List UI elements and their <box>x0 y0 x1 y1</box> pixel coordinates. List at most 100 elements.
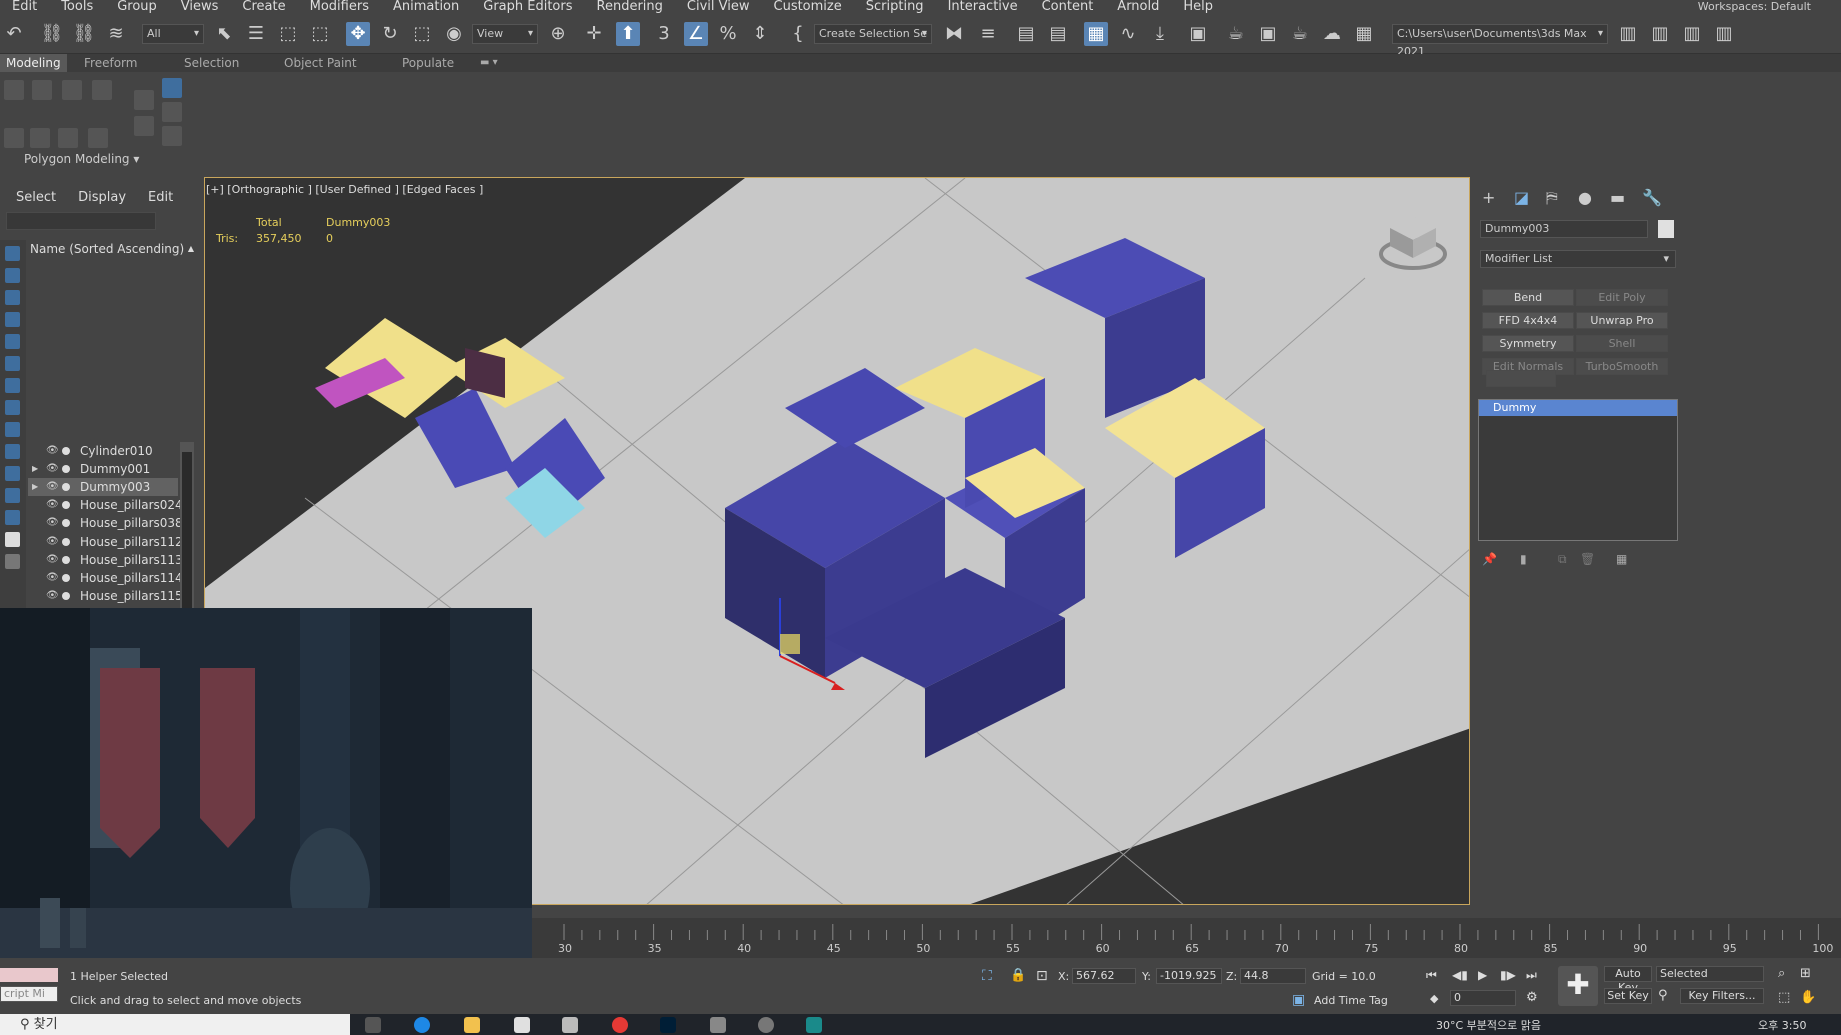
photoshop-icon[interactable] <box>660 1017 676 1033</box>
filter-bones-icon[interactable] <box>5 422 20 437</box>
auto-key-button[interactable]: Auto Key <box>1604 966 1652 994</box>
freeze-dot-icon[interactable] <box>62 483 70 492</box>
key-filter-selection-dropdown[interactable]: Selected <box>1656 966 1764 982</box>
menu-views[interactable]: Views <box>169 0 231 14</box>
visibility-eye-icon[interactable]: 👁 <box>46 551 59 569</box>
show-end-result-icon[interactable]: ▮ <box>1520 552 1527 566</box>
polygon-icon[interactable] <box>92 80 112 100</box>
chrome-icon[interactable] <box>612 1017 628 1033</box>
schematic-view-icon[interactable]: ⤓ <box>1148 22 1172 46</box>
spinner-snap-icon[interactable]: ⇕ <box>748 22 772 46</box>
menu-rendering[interactable]: Rendering <box>585 0 675 14</box>
menu-scripting[interactable]: Scripting <box>854 0 936 14</box>
modifier-button-edit-poly[interactable]: Edit Poly <box>1576 289 1668 306</box>
explorer-row[interactable]: 👁 House_pillars112 <box>28 533 183 551</box>
motion-tab-icon[interactable]: ● <box>1578 188 1592 207</box>
tab-selection[interactable]: Selection <box>184 54 239 72</box>
selection-lock-icon[interactable]: 🔒 <box>1010 968 1026 983</box>
polygon-modeling-dropdown[interactable]: Polygon Modeling ▾ <box>24 152 139 166</box>
select-object-icon[interactable]: ⬉ <box>212 22 236 46</box>
toggle-ribbon-icon[interactable]: ▤ <box>1046 22 1070 46</box>
add-time-tag-button[interactable]: Add Time Tag <box>1314 994 1388 1007</box>
pan-icon[interactable]: ✋ <box>1800 990 1816 1005</box>
layer-explorer-icon[interactable]: ▤ <box>1014 22 1038 46</box>
select-place-icon[interactable]: ◉ <box>442 22 466 46</box>
window-crossing-icon[interactable]: ⬚ <box>308 22 332 46</box>
weather-text[interactable]: 30°C 부분적으로 맑음 <box>1436 1017 1541 1033</box>
freeze-dot-icon[interactable] <box>62 537 70 546</box>
zoom-icon[interactable]: ⌕ <box>1778 966 1785 981</box>
visibility-eye-icon[interactable]: 👁 <box>46 442 59 460</box>
explorer-column-header[interactable]: Name (Sorted Ascending) <box>28 240 196 258</box>
blank-modifier-button[interactable] <box>1486 370 1556 387</box>
toolbar-icon-c[interactable]: ▥ <box>1712 22 1736 46</box>
undo-icon[interactable]: ↶ <box>2 22 26 46</box>
menu-edit[interactable]: Edit <box>0 0 49 14</box>
filter-groups-icon[interactable] <box>5 378 20 393</box>
3dsmax-icon[interactable] <box>806 1017 822 1033</box>
modifier-button-shell[interactable]: Shell <box>1576 335 1668 352</box>
modify-tab-icon[interactable]: ◪ <box>1514 188 1529 207</box>
store-icon[interactable] <box>514 1017 530 1033</box>
align-icon[interactable]: ≡ <box>976 22 1000 46</box>
create-tab-icon[interactable]: + <box>1482 188 1495 207</box>
make-unique-icon[interactable]: ⧉ <box>1558 552 1567 567</box>
curve-editor-icon[interactable]: ∿ <box>1116 22 1140 46</box>
current-frame-field[interactable]: 0 <box>1450 990 1516 1006</box>
visibility-eye-icon[interactable]: 👁 <box>46 460 59 478</box>
project-folder-icon[interactable]: ▥ <box>1616 22 1640 46</box>
go-to-end-icon[interactable]: ⏭ <box>1526 968 1537 983</box>
expand-arrow-icon[interactable]: ▶ <box>32 460 38 478</box>
select-scale-icon[interactable]: ⬚ <box>410 22 434 46</box>
time-configuration-icon[interactable]: ⚙ <box>1526 990 1538 1005</box>
explorer-search-input[interactable] <box>6 212 156 230</box>
scene-explorer-icon[interactable]: ▦ <box>1084 22 1108 46</box>
taskbar-search-box[interactable]: ⚲ 찾기 <box>0 1014 350 1035</box>
filter-none-icon[interactable] <box>5 532 20 547</box>
app-icon[interactable] <box>710 1017 726 1033</box>
display-tab-icon[interactable]: ▬ <box>1610 188 1625 207</box>
material-editor-icon[interactable]: ▣ <box>1186 22 1210 46</box>
time-slider[interactable]: 30 35 40 45 50 55 60 65 70 75 80 85 90 95 100 <box>532 918 1841 958</box>
tab-modeling[interactable]: Modeling <box>0 54 67 72</box>
element-icon[interactable] <box>4 128 24 148</box>
explorer-row[interactable]: 👁 House_pillars114 <box>28 569 183 587</box>
previous-frame-icon[interactable]: ◀▮ <box>1452 968 1468 982</box>
key-filters-button[interactable]: Key Filters... <box>1680 988 1764 1004</box>
tab-populate[interactable]: Populate <box>402 54 454 72</box>
utilities-tab-icon[interactable]: 🔧 <box>1642 188 1662 207</box>
select-by-name-icon[interactable]: ☰ <box>244 22 268 46</box>
link-icon[interactable]: ⛓ <box>40 22 64 46</box>
bind-spacewarp-icon[interactable]: ≋ <box>104 22 128 46</box>
menu-customize[interactable]: Customize <box>762 0 854 14</box>
key-mode-toggle-icon[interactable]: ◆ <box>1430 992 1438 1005</box>
object-color-swatch[interactable] <box>1658 220 1674 238</box>
filter-spacewarps-icon[interactable] <box>5 356 20 371</box>
select-move-icon[interactable]: ✥ <box>346 22 370 46</box>
task-view-icon[interactable] <box>365 1017 381 1033</box>
project-path-dropdown[interactable]: C:\Users\user\Documents\3ds Max 2021 <box>1392 24 1608 58</box>
freeze-dot-icon[interactable] <box>62 555 70 564</box>
percent-snap-icon[interactable]: % <box>716 22 740 46</box>
rect-selection-icon[interactable]: ⬚ <box>276 22 300 46</box>
explorer-row[interactable]: ▶ 👁 Dummy001 <box>28 460 178 478</box>
menu-create[interactable]: Create <box>230 0 297 14</box>
pivot-center-icon[interactable]: ⊕ <box>546 22 570 46</box>
explorer-menu-edit[interactable]: Edit <box>148 190 173 205</box>
y-coord-field[interactable]: -1019.925 <box>1156 968 1222 984</box>
visibility-eye-icon[interactable]: 👁 <box>46 478 59 496</box>
go-to-start-icon[interactable]: ⏮ <box>1426 968 1437 983</box>
workspace-value[interactable]: Default <box>1771 0 1811 13</box>
filter-frozen-icon[interactable] <box>5 466 20 481</box>
filter-all-icon[interactable] <box>5 510 20 525</box>
ribbon-options-icon[interactable]: ▬ ▾ <box>480 54 498 72</box>
time-tag-icon[interactable]: ▣ <box>1292 992 1305 1008</box>
modifier-button-bend[interactable]: Bend <box>1482 289 1574 306</box>
reference-coord-dropdown[interactable]: View <box>472 24 538 44</box>
file-explorer-icon[interactable] <box>464 1017 480 1033</box>
menu-civil-view[interactable]: Civil View <box>675 0 762 14</box>
visibility-eye-icon[interactable]: 👁 <box>46 587 59 605</box>
expand-arrow-icon[interactable]: ▶ <box>32 478 38 496</box>
viewport-label[interactable]: [+] [Orthographic ] [User Defined ] [Edg… <box>206 183 483 196</box>
unlink-icon[interactable]: ⛓ <box>72 22 96 46</box>
